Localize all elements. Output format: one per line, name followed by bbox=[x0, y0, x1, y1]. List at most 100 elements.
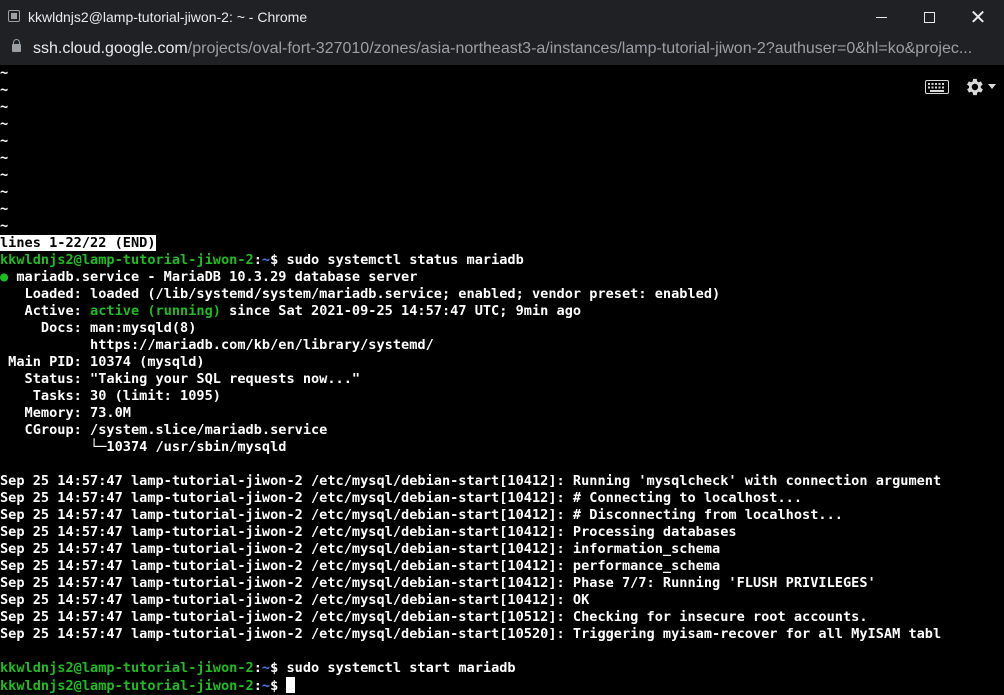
terminal-line: ~ bbox=[0, 201, 941, 218]
window-titlebar: kkwldnjs2@lamp-tutorial-jiwon-2: ~ - Chr… bbox=[0, 0, 1004, 34]
terminal-text: ● bbox=[0, 269, 9, 285]
terminal-line: Sep 25 14:57:47 lamp-tutorial-jiwon-2 /e… bbox=[0, 507, 941, 524]
url-text[interactable]: ssh.cloud.google.com/projects/oval-fort-… bbox=[33, 40, 993, 58]
terminal-text: ~ bbox=[0, 99, 9, 115]
maximize-button[interactable] bbox=[903, 0, 955, 34]
terminal-text: └─10374 /usr/sbin/mysqld bbox=[0, 439, 287, 455]
minimize-icon bbox=[875, 16, 887, 18]
minimize-button[interactable] bbox=[855, 0, 907, 34]
window-title: kkwldnjs2@lamp-tutorial-jiwon-2: ~ - Chr… bbox=[28, 9, 308, 25]
terminal-text: ~ bbox=[261, 252, 271, 268]
terminal-text: Loaded: loaded (/lib/systemd/system/mari… bbox=[0, 286, 721, 302]
terminal-line: Sep 25 14:57:47 lamp-tutorial-jiwon-2 /e… bbox=[0, 490, 941, 507]
terminal-text: ~ bbox=[261, 678, 271, 694]
terminal-text: Sep 25 14:57:47 lamp-tutorial-jiwon-2 /e… bbox=[0, 524, 737, 540]
terminal-line: ~ bbox=[0, 82, 941, 99]
keyboard-icon[interactable] bbox=[925, 80, 949, 94]
terminal-text: Sep 25 14:57:47 lamp-tutorial-jiwon-2 /e… bbox=[0, 507, 843, 523]
terminal-text: Main PID: 10374 (mysqld) bbox=[0, 354, 205, 370]
terminal-line: Sep 25 14:57:47 lamp-tutorial-jiwon-2 /e… bbox=[0, 575, 941, 592]
terminal[interactable]: ~ ~ ~ ~ ~ ~ ~ ~ ~ ~ lines 1-22/22 (END) kkwldnjs2@l… bbox=[0, 65, 1004, 695]
terminal-line: ~ bbox=[0, 150, 941, 167]
terminal-text: : bbox=[253, 660, 262, 676]
address-bar[interactable]: ssh.cloud.google.com/projects/oval-fort-… bbox=[0, 34, 1004, 65]
terminal-cursor bbox=[286, 677, 296, 693]
terminal-line: Sep 25 14:57:47 lamp-tutorial-jiwon-2 /e… bbox=[0, 558, 941, 575]
terminal-text: Sep 25 14:57:47 lamp-tutorial-jiwon-2 /e… bbox=[0, 626, 942, 642]
terminal-line: kkwldnjs2@lamp-tutorial-jiwon-2:~$ bbox=[0, 677, 941, 694]
url-path: /projects/oval-fort-327010/zones/asia-no… bbox=[187, 40, 973, 57]
terminal-text: ~ bbox=[0, 82, 9, 98]
terminal-line: lines 1-22/22 (END) bbox=[0, 235, 941, 252]
terminal-text: Memory: 73.0M bbox=[0, 405, 131, 421]
terminal-text: $ sudo systemctl status mariadb bbox=[270, 252, 524, 268]
terminal-line: https://mariadb.com/kb/en/library/system… bbox=[0, 337, 941, 354]
terminal-toolbar bbox=[925, 75, 996, 99]
terminal-text: $ sudo systemctl start mariadb bbox=[270, 660, 516, 676]
terminal-text: Sep 25 14:57:47 lamp-tutorial-jiwon-2 /e… bbox=[0, 490, 803, 506]
terminal-line: Sep 25 14:57:47 lamp-tutorial-jiwon-2 /e… bbox=[0, 541, 941, 558]
terminal-text: Sep 25 14:57:47 lamp-tutorial-jiwon-2 /e… bbox=[0, 609, 868, 625]
terminal-line: Active: active (running) since Sat 2021-… bbox=[0, 303, 941, 320]
terminal-text: Active: bbox=[0, 303, 91, 319]
terminal-text: https://mariadb.com/kb/en/library/system… bbox=[0, 337, 434, 353]
terminal-text: : bbox=[253, 252, 262, 268]
terminal-line: ~ bbox=[0, 99, 941, 116]
terminal-line: Sep 25 14:57:47 lamp-tutorial-jiwon-2 /e… bbox=[0, 473, 941, 490]
close-button[interactable]: ✕ bbox=[952, 0, 1004, 34]
url-host: ssh.cloud.google.com bbox=[33, 40, 188, 57]
terminal-text: kkwldnjs2@lamp-tutorial-jiwon-2 bbox=[0, 678, 254, 694]
terminal-text: Sep 25 14:57:47 lamp-tutorial-jiwon-2 /e… bbox=[0, 558, 721, 574]
terminal-text: Status: "Taking your SQL requests now...… bbox=[0, 371, 361, 387]
terminal-line: ~ bbox=[0, 133, 941, 150]
terminal-line: Loaded: loaded (/lib/systemd/system/mari… bbox=[0, 286, 941, 303]
terminal-line: kkwldnjs2@lamp-tutorial-jiwon-2:~$ sudo … bbox=[0, 252, 941, 269]
terminal-text: ~ bbox=[0, 184, 9, 200]
terminal-line: ~ bbox=[0, 218, 941, 235]
terminal-line: Sep 25 14:57:47 lamp-tutorial-jiwon-2 /e… bbox=[0, 609, 941, 626]
terminal-line: kkwldnjs2@lamp-tutorial-jiwon-2:~$ sudo … bbox=[0, 660, 941, 677]
terminal-text: ~ bbox=[0, 167, 9, 183]
terminal-line: Main PID: 10374 (mysqld) bbox=[0, 354, 941, 371]
terminal-text: Docs: man:mysqld(8) bbox=[0, 320, 197, 336]
terminal-text: since Sat 2021-09-25 14:57:47 UTC; 9min … bbox=[220, 303, 582, 319]
terminal-line: Status: "Taking your SQL requests now...… bbox=[0, 371, 941, 388]
terminal-line: ~ bbox=[0, 65, 941, 82]
terminal-line: Sep 25 14:57:47 lamp-tutorial-jiwon-2 /e… bbox=[0, 626, 941, 643]
gear-icon bbox=[967, 78, 983, 96]
terminal-line: ~ bbox=[0, 184, 941, 201]
terminal-text: Sep 25 14:57:47 lamp-tutorial-jiwon-2 /e… bbox=[0, 592, 590, 608]
chevron-down-icon bbox=[988, 84, 996, 89]
terminal-text: Sep 25 14:57:47 lamp-tutorial-jiwon-2 /e… bbox=[0, 575, 876, 591]
terminal-text: ~ bbox=[0, 116, 9, 132]
terminal-line: ~ bbox=[0, 167, 941, 184]
terminal-line: Sep 25 14:57:47 lamp-tutorial-jiwon-2 /e… bbox=[0, 524, 941, 541]
terminal-output: ~ ~ ~ ~ ~ ~ ~ ~ ~ ~ lines 1-22/22 (END) kkwldnjs2@l… bbox=[0, 65, 941, 694]
terminal-text: ~ bbox=[0, 150, 9, 166]
app-icon bbox=[8, 10, 20, 22]
terminal-line: Tasks: 30 (limit: 1095) bbox=[0, 388, 941, 405]
terminal-text: active (running) bbox=[90, 303, 221, 319]
terminal-text: kkwldnjs2@lamp-tutorial-jiwon-2 bbox=[0, 252, 254, 268]
terminal-text: lines 1-22/22 (END) bbox=[0, 235, 156, 251]
terminal-line: Docs: man:mysqld(8) bbox=[0, 320, 941, 337]
terminal-text: ~ bbox=[0, 218, 9, 234]
terminal-line: CGroup: /system.slice/mariadb.service bbox=[0, 422, 941, 439]
terminal-text: Sep 25 14:57:47 lamp-tutorial-jiwon-2 /e… bbox=[0, 541, 721, 557]
terminal-line: └─10374 /usr/sbin/mysqld bbox=[0, 439, 941, 456]
settings-button[interactable] bbox=[963, 76, 996, 98]
terminal-text: ~ bbox=[0, 133, 9, 149]
terminal-line: Sep 25 14:57:47 lamp-tutorial-jiwon-2 /e… bbox=[0, 592, 941, 609]
terminal-text: CGroup: /system.slice/mariadb.service bbox=[0, 422, 328, 438]
terminal-line: Memory: 73.0M bbox=[0, 405, 941, 422]
terminal-line: ~ bbox=[0, 116, 941, 133]
terminal-text: Tasks: 30 (limit: 1095) bbox=[0, 388, 221, 404]
lock-icon bbox=[12, 39, 21, 52]
terminal-text: ~ bbox=[261, 660, 271, 676]
terminal-line: ● mariadb.service - MariaDB 10.3.29 data… bbox=[0, 269, 941, 286]
terminal-text: : bbox=[253, 678, 262, 694]
terminal-text: Sep 25 14:57:47 lamp-tutorial-jiwon-2 /e… bbox=[0, 473, 942, 489]
maximize-icon bbox=[923, 11, 935, 23]
